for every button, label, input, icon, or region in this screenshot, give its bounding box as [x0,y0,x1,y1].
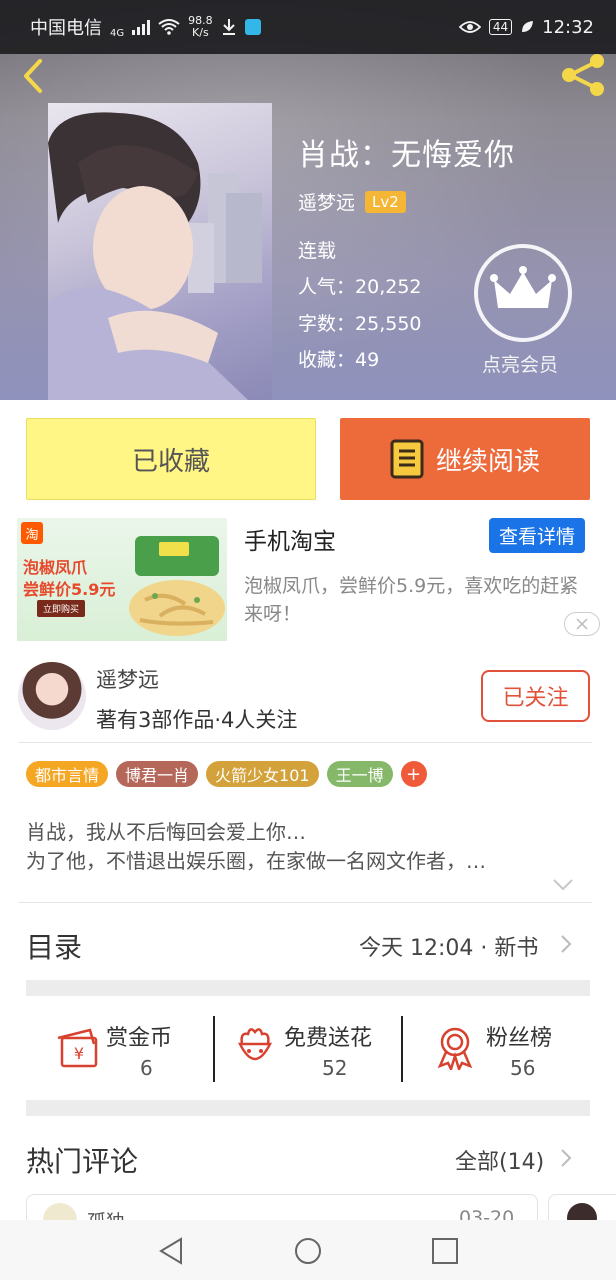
share-icon[interactable] [558,52,608,98]
fan-ranking-button[interactable]: 粉丝榜 56 [434,1016,614,1082]
download-icon [222,19,235,35]
continue-reading-button[interactable]: 继续阅读 [340,418,590,500]
network-speed: 98.8 K/s [188,14,213,39]
taobao-badge: 淘 [21,522,43,544]
continue-reading-label: 继续阅读 [435,446,540,477]
eye-icon [458,21,481,33]
ad-image-buy-button: 立即购买 [37,600,86,617]
battery-level: 44 [488,19,513,35]
svg-text:¥: ¥ [74,1044,84,1063]
app-notification-icon [244,19,261,35]
follow-button[interactable]: 已关注 [481,670,590,722]
divider [18,742,592,743]
author-stats: 著有3部作品·4人关注 [96,708,298,732]
reward-coins-button[interactable]: ¥ 赏金币 6 [54,1016,234,1082]
author-level-badge: Lv2 [365,190,406,213]
catalog-title[interactable]: 目录 [26,926,82,966]
ad-details-button[interactable]: 查看详情 [489,518,585,553]
reward-count: 52 [322,1056,348,1080]
send-flower-button[interactable]: 免费送花 52 [232,1016,412,1082]
divider [18,902,592,903]
network-label: 4G [110,28,125,39]
reward-label: 赏金币 [106,1026,173,1051]
reward-label: 粉丝榜 [486,1026,553,1051]
recents-square-icon[interactable] [430,1236,460,1266]
divider [401,1016,403,1082]
close-icon [576,618,588,630]
book-status: 连载 [298,240,337,262]
chevron-left-icon[interactable] [18,56,50,96]
red-envelope-icon: ¥ [57,1028,98,1068]
chevron-right-icon[interactable] [560,1148,572,1168]
wifi-icon [158,19,180,35]
chevron-down-icon[interactable] [552,878,574,892]
vip-label[interactable]: 点亮会员 [482,350,558,377]
flower-icon [237,1028,273,1061]
book-popularity: 人气：20,252 [298,276,422,298]
chicken-feet-image [129,536,225,636]
ad-image[interactable]: 淘 泡椒凤爪 尝鲜价5.9元 立即购买 [17,518,227,641]
book-author-row[interactable]: 遥梦远 Lv2 [298,188,406,215]
reward-label: 免费送花 [284,1026,373,1051]
home-circle-icon[interactable] [293,1236,323,1266]
ad-image-text-1: 泡椒凤爪 [23,558,88,577]
tag-item[interactable]: 王一博 [326,761,393,787]
ad-description[interactable]: 泡椒凤爪，尝鲜价5.9元，喜欢吃的赶紧来呀！ [244,572,589,628]
reward-count: 6 [140,1056,153,1080]
favorited-label: 已收藏 [131,446,210,477]
favorited-button[interactable]: 已收藏 [26,418,316,500]
description-line: 肖战，我从不后悔回会爱上你… [26,820,306,844]
book-author[interactable]: 遥梦远 [298,188,355,215]
book-word-count: 字数：25,550 [298,313,422,335]
system-navigation-bar [0,1220,616,1280]
divider [213,1016,215,1082]
vip-button[interactable] [474,244,572,342]
carrier-label: 中国电信 [30,18,102,39]
catalog-latest-update[interactable]: 今天 12:04 · 新书 [359,930,538,962]
tag-item[interactable]: 都市言情 [26,761,109,787]
book-icon [390,439,424,479]
author-name[interactable]: 遥梦远 [96,664,159,694]
chevron-right-icon[interactable] [560,934,572,954]
ad-close-button[interactable] [564,612,600,636]
book-description[interactable]: 肖战，我从不后悔回会爱上你… 为了他，不惜退出娱乐圈，在家做一名网文作者，… [26,818,586,876]
author-avatar[interactable] [18,662,86,730]
tag-list: 都市言情 博君一肖 火箭少女101 王一博 + [26,761,427,787]
description-line: 为了他，不惜退出娱乐圈，在家做一名网文作者，… [26,849,486,873]
ad-image-text-2: 尝鲜价5.9元 [23,580,116,599]
section-separator [26,980,590,996]
crown-icon [490,266,556,308]
book-favorites: 收藏：49 [298,349,380,371]
tag-item[interactable]: 火箭少女101 [206,761,319,787]
section-separator [26,1100,590,1116]
ad-title[interactable]: 手机淘宝 [244,522,336,556]
reward-count: 56 [510,1056,536,1080]
add-tag-button[interactable]: + [400,761,427,787]
tag-item[interactable]: 博君一肖 [116,761,199,787]
leaf-icon [522,21,534,32]
back-triangle-icon[interactable] [157,1236,187,1266]
all-comments-link[interactable]: 全部(14) [455,1144,544,1176]
signal-icon [132,19,151,35]
book-title: 肖战：无悔爱你 [298,138,515,173]
status-bar: 中国电信 4G 98.8 K/s 44 12:32 [0,0,616,54]
clock: 12:32 [542,16,594,38]
hot-comments-title: 热门评论 [26,1145,139,1178]
medal-icon [437,1027,473,1070]
book-detail-content: 已收藏 继续阅读 淘 泡椒凤爪 尝鲜价5.9元 立即购买 手机淘宝 查看详情 泡… [0,400,616,1254]
book-cover[interactable] [48,103,272,400]
